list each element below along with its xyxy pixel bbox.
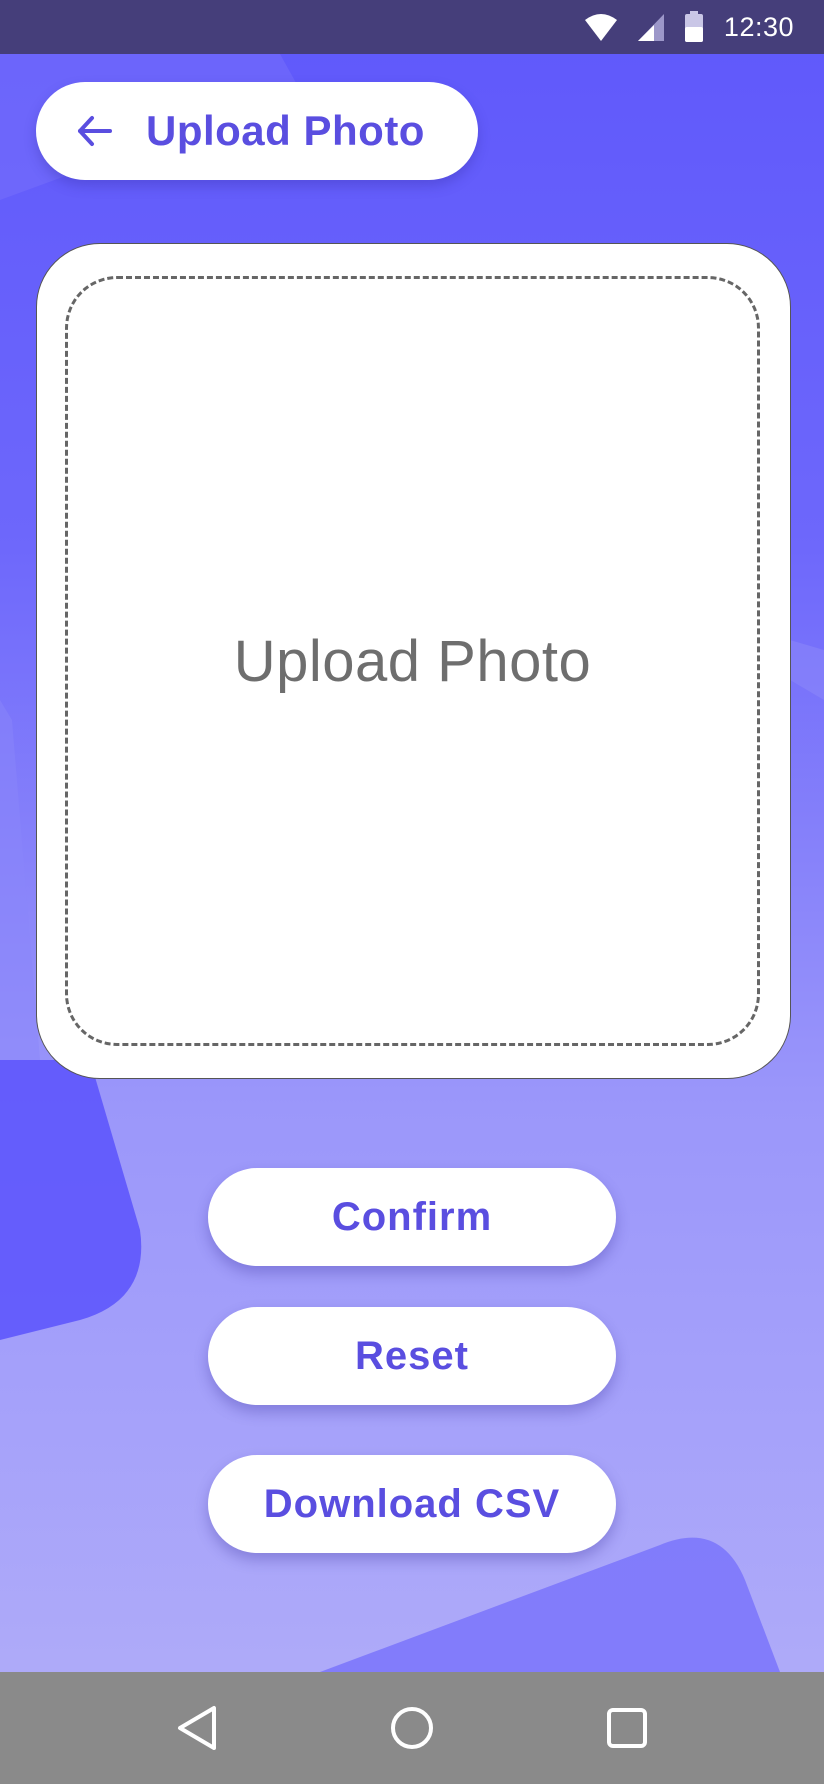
wifi-icon — [584, 12, 618, 42]
status-bar: 12:30 — [0, 0, 824, 54]
back-triangle-icon[interactable] — [157, 1688, 237, 1768]
back-button[interactable]: Upload Photo — [36, 82, 478, 180]
home-circle-icon[interactable] — [372, 1688, 452, 1768]
download-csv-button[interactable]: Download CSV — [208, 1455, 616, 1553]
photo-dropzone[interactable]: Upload Photo — [65, 276, 760, 1046]
navigation-bar — [0, 1672, 824, 1784]
battery-icon — [684, 11, 704, 43]
upload-photo-card[interactable]: Upload Photo — [36, 243, 791, 1079]
cellular-signal-icon — [636, 12, 666, 42]
status-time: 12:30 — [723, 11, 794, 42]
arrow-left-icon[interactable] — [74, 111, 114, 151]
recents-square-icon[interactable] — [587, 1688, 667, 1768]
upload-photo-label: Upload Photo — [233, 628, 592, 694]
page-title: Upload Photo — [146, 107, 425, 154]
confirm-button[interactable]: Confirm — [208, 1168, 616, 1266]
reset-button[interactable]: Reset — [208, 1307, 616, 1405]
